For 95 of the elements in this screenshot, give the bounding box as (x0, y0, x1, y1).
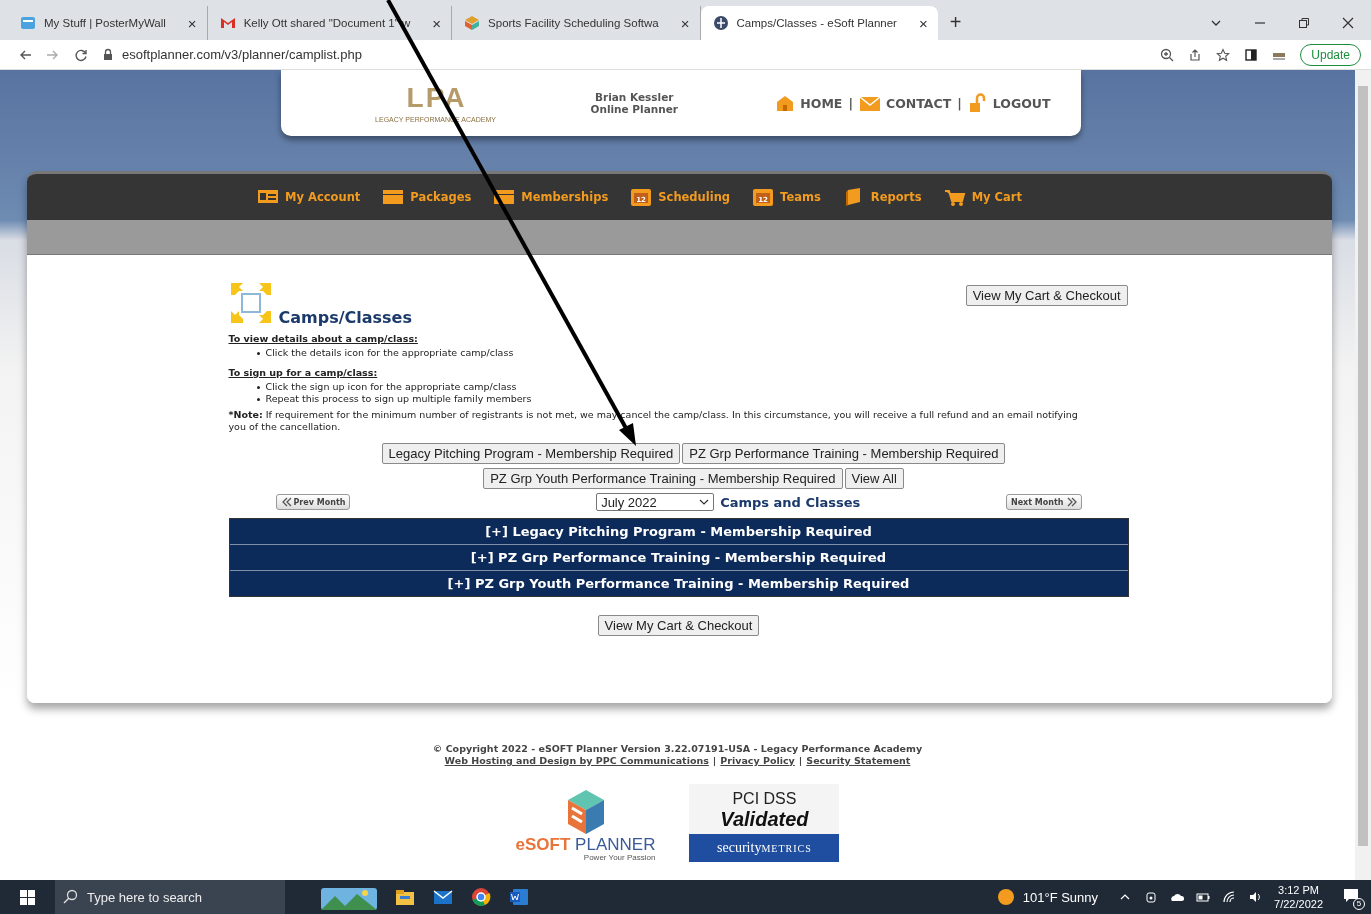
page-title: Camps/Classes (278, 308, 412, 327)
zoom-icon[interactable] (1160, 47, 1175, 62)
device-icon[interactable] (1144, 890, 1159, 904)
restore-icon[interactable] (1297, 16, 1311, 30)
search-field[interactable]: Type here to search (55, 880, 285, 914)
header-link[interactable]: CONTACT (859, 93, 952, 113)
filter-button[interactable]: PZ Grp Youth Performance Training - Membership Required (483, 468, 843, 489)
battery-icon[interactable] (1196, 890, 1211, 904)
separator: | (848, 95, 853, 111)
view-cart-button[interactable]: View My Cart & Checkout (597, 615, 760, 636)
separator: | (798, 755, 803, 766)
sun-icon (996, 888, 1015, 906)
close-tab-button[interactable]: × (187, 14, 197, 32)
folder-icon (382, 187, 405, 207)
filter-button[interactable]: PZ Grp Performance Training - Membership Required (682, 443, 1006, 464)
tagline: Power Your Passion (583, 853, 656, 862)
folder-icon[interactable] (395, 887, 415, 907)
close-tab-button[interactable]: × (680, 14, 690, 32)
nav-link[interactable]: My Cart (943, 187, 1022, 207)
weather-widget[interactable]: 101°F Sunny (996, 888, 1099, 906)
filter-button[interactable]: Legacy Pitching Program - Membership Required (381, 443, 681, 464)
close-icon[interactable] (1341, 16, 1355, 30)
windows-start-icon[interactable] (20, 889, 35, 905)
lock-icon (102, 48, 114, 61)
badge-brand: securityMETRICS (689, 834, 840, 862)
speaker-icon[interactable] (1248, 890, 1263, 904)
next-month-button[interactable]: Next Month (1005, 494, 1082, 510)
side-panel-icon[interactable] (1244, 47, 1259, 62)
page-icon (20, 15, 36, 31)
instruction-text: Click the sign up icon for the appropriate camp/class (265, 381, 517, 393)
arrows-icon (228, 281, 273, 325)
speech-bubble-icon (1343, 888, 1359, 904)
chevron-icon (699, 498, 710, 506)
double-chevron-icon (280, 497, 292, 507)
mail-icon[interactable] (433, 887, 453, 907)
section-heading: Camps and Classes (720, 494, 861, 510)
update-button[interactable]: Update (1300, 43, 1361, 66)
cube-icon (464, 15, 481, 31)
footer-link[interactable]: Security Statement (806, 755, 911, 766)
bullet-icon (256, 351, 260, 355)
badge-text: PCI DSS (732, 790, 797, 808)
share-icon[interactable] (1188, 47, 1203, 62)
browser-icon[interactable] (471, 887, 491, 907)
footer-link[interactable]: Privacy Policy (720, 755, 795, 766)
expandable-row[interactable]: [+] PZ Grp Performance Training - Membership Required (229, 545, 1128, 571)
note-text: *Note: If requirement for the minimum number of registrants is not met, we may cancel the camp/class. In this circumstance, you will receive a full refund and an email notifying you of the cancellation. (228, 409, 1079, 433)
double-chevron-icon (1065, 497, 1077, 507)
logo-text: eSOFT PLANNER (515, 836, 656, 853)
month-dropdown[interactable]: July 2022 (596, 493, 715, 511)
mail-icon (219, 15, 236, 31)
copyright-text: © Copyright 2022 - eSOFT Planner Version 3.22.07191-USA - Legacy Performance Academy (432, 743, 923, 754)
star-icon[interactable] (1216, 47, 1231, 62)
prev-month-button[interactable]: Prev Month (275, 494, 351, 510)
reload-icon[interactable] (74, 47, 88, 62)
instruction-heading: To sign up for a camp/class: (228, 367, 379, 378)
expandable-row[interactable]: [+] PZ Grp Youth Performance Training - Membership Required (229, 571, 1128, 596)
filter-button[interactable]: View All (844, 468, 904, 489)
view-cart-button[interactable]: View My Cart & Checkout (965, 285, 1128, 306)
separator: | (712, 755, 717, 766)
scrollbar[interactable] (1355, 70, 1371, 880)
url-field[interactable]: esoftplanner.com/v3/planner/camplist.php (102, 47, 1147, 62)
header-link[interactable]: LOGOUT (967, 93, 1051, 113)
tab-title: Sports Facility Scheduling Softwa (488, 17, 659, 29)
nav-link[interactable]: Memberships (493, 187, 609, 207)
nav-link[interactable]: Packages (382, 187, 472, 207)
search-icon (63, 889, 79, 905)
house-icon (775, 93, 796, 113)
notification-count: 5 (1353, 898, 1365, 910)
tab-title: Camps/Classes - eSoft Planner (736, 17, 897, 29)
nav-link[interactable]: My Account (257, 187, 361, 207)
user-name: Brian Kessler (594, 91, 675, 103)
tab-title: My Stuff | PosterMyWall (44, 17, 166, 29)
close-tab-button[interactable]: × (918, 14, 928, 32)
bullet-icon (256, 397, 260, 401)
footer-link[interactable]: Web Hosting and Design by PPC Communications (444, 755, 709, 766)
padlock-icon (967, 93, 988, 113)
expandable-row[interactable]: [+] Legacy Pitching Program - Membership Required (229, 519, 1128, 545)
instruction-text: Repeat this process to sign up multiple family members (265, 393, 532, 405)
document-icon[interactable] (509, 887, 529, 907)
wifi-icon[interactable] (1222, 890, 1237, 904)
new-tab-button[interactable]: + (937, 6, 974, 40)
instruction-heading: To view details about a camp/class: (228, 333, 419, 344)
separator: | (957, 95, 962, 111)
badge-text: Validated (720, 808, 809, 831)
nav-link[interactable]: Reports (842, 187, 922, 207)
instruction-text: Click the details icon for the appropriate camp/class (265, 347, 514, 359)
browser-tab[interactable]: Camps/Classes - eSoft Planner × (700, 6, 938, 40)
cart-icon (943, 187, 966, 207)
user-role: Online Planner (590, 103, 678, 115)
scroll-thumb[interactable] (1358, 86, 1368, 846)
header-link[interactable]: HOME (775, 93, 843, 113)
clock[interactable]: 3:12 PM 7/22/2022 (1274, 883, 1323, 911)
folder-icon (493, 187, 516, 207)
close-tab-button[interactable]: × (432, 14, 442, 32)
bullet-icon (256, 385, 260, 389)
